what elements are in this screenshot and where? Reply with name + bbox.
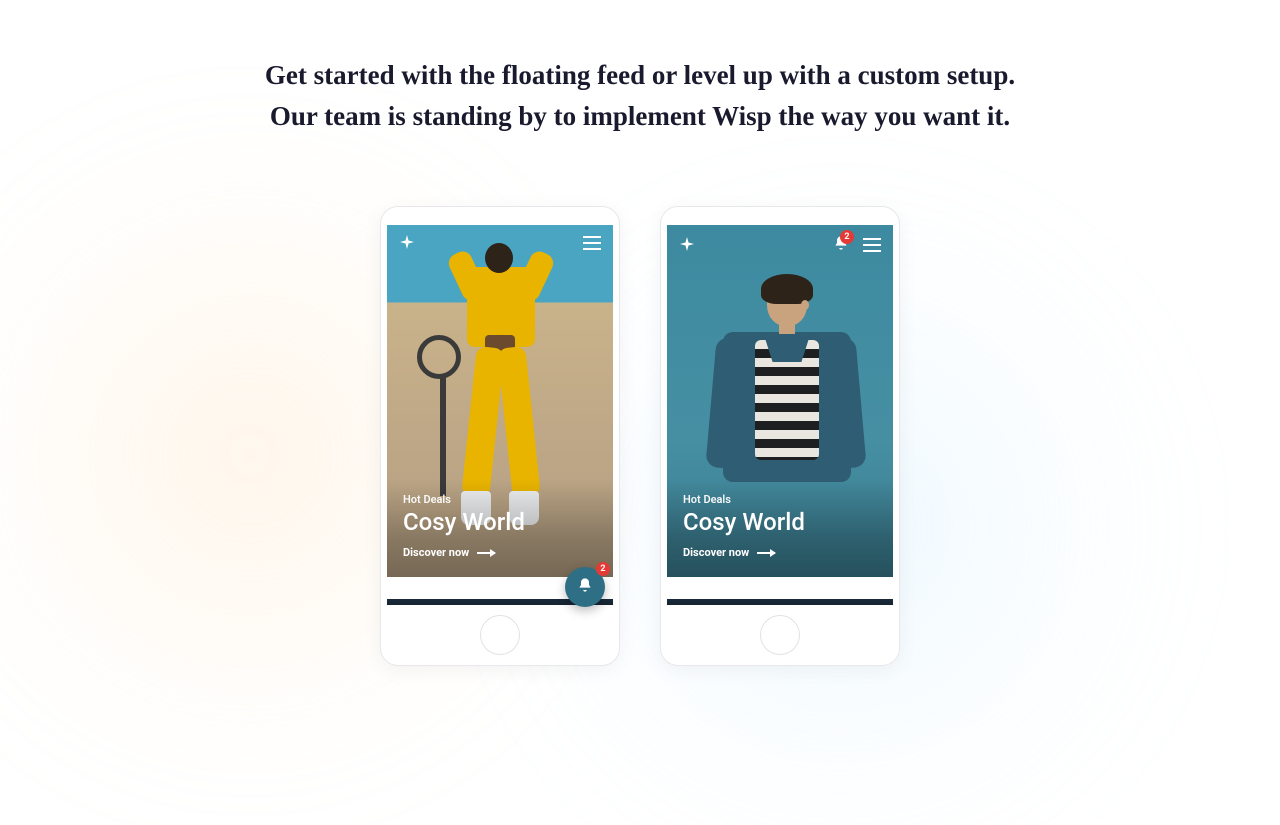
card-overlay: Hot Deals Cosy World Discover now <box>387 479 613 577</box>
topbar-right: 2 <box>833 235 881 255</box>
cta-label: Discover now <box>683 546 749 559</box>
card-eyebrow: Hot Deals <box>403 493 597 506</box>
card-overlay: Hot Deals Cosy World Discover now <box>667 479 893 577</box>
hero-card[interactable]: Hot Deals Cosy World Discover now <box>387 225 613 577</box>
notification-badge: 2 <box>840 230 854 244</box>
hero-card[interactable]: 2 Hot Deals Cosy World Discover now <box>667 225 893 577</box>
sparkle-icon[interactable] <box>399 235 415 251</box>
notification-button[interactable]: 2 <box>833 235 849 255</box>
next-card-peek <box>667 599 893 605</box>
home-button[interactable] <box>480 615 520 655</box>
discover-cta[interactable]: Discover now <box>403 546 597 559</box>
top-bar: 2 <box>679 235 881 255</box>
card-title: Cosy World <box>683 508 877 536</box>
phone-screen: Hot Deals Cosy World Discover now <box>387 225 613 605</box>
notification-badge: 2 <box>596 562 610 576</box>
arrow-right-icon <box>757 552 775 554</box>
page-heading: Get started with the floating feed or le… <box>0 55 1280 136</box>
card-title: Cosy World <box>403 508 597 536</box>
notification-fab[interactable]: 2 <box>565 567 605 607</box>
top-bar <box>399 235 601 251</box>
heading-line-1: Get started with the floating feed or le… <box>265 60 1015 90</box>
phone-mock-left: Hot Deals Cosy World Discover now 2 <box>380 206 620 666</box>
cta-label: Discover now <box>403 546 469 559</box>
sparkle-icon[interactable] <box>679 237 695 253</box>
home-button[interactable] <box>760 615 800 655</box>
phone-screen: 2 Hot Deals Cosy World Discover now <box>667 225 893 605</box>
card-eyebrow: Hot Deals <box>683 493 877 506</box>
phone-mock-right: 2 Hot Deals Cosy World Discover now <box>660 206 900 666</box>
heading-line-2: Our team is standing by to implement Wis… <box>270 101 1010 131</box>
discover-cta[interactable]: Discover now <box>683 546 877 559</box>
bell-icon <box>577 577 593 597</box>
hamburger-icon[interactable] <box>583 236 601 250</box>
arrow-right-icon <box>477 552 495 554</box>
phones-row: Hot Deals Cosy World Discover now 2 <box>0 206 1280 666</box>
hamburger-icon[interactable] <box>863 238 881 252</box>
